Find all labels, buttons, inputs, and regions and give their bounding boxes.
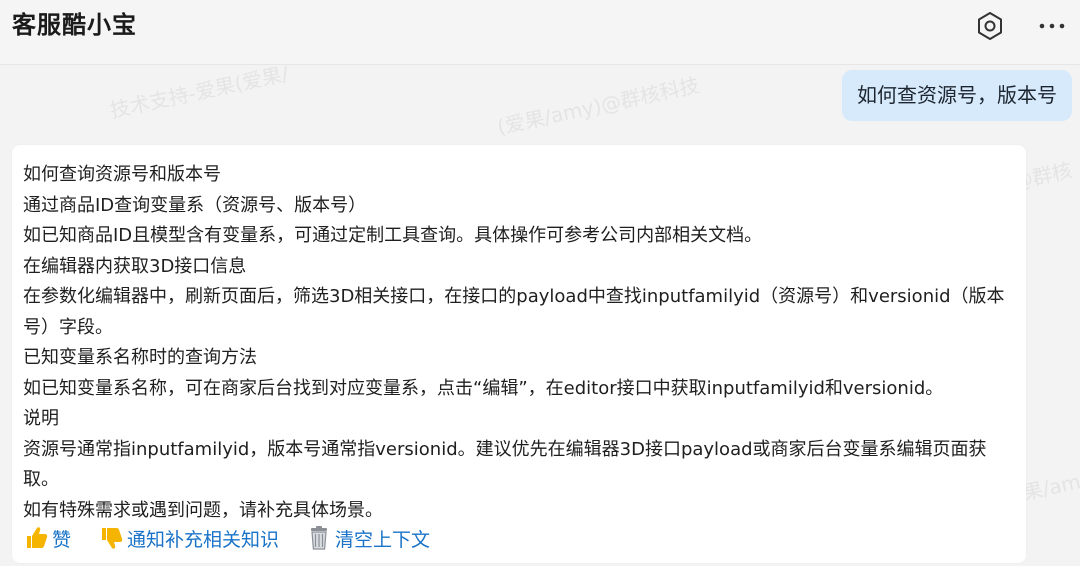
response-line: 取。 [23,469,59,490]
response-line: 如已知商品ID且模型含有变量系，可通过定制工具查询。具体操作可参考公司内部相关文… [23,225,763,246]
app-header: 客服酷小宝 [0,0,1080,65]
trash-icon [311,526,328,550]
response-line: 在参数化编辑器中，刷新页面后，筛选3D相关接口，在接口的payload中查找in… [23,286,1005,307]
response-line: 资源号通常指inputfamilyid，版本号通常指versionid。建议优先… [23,438,987,460]
watermark: (爱果/amy)@群核科技 [495,72,702,140]
more-horizontal-icon [1039,23,1065,29]
response-line: 如已知变量系名称，可在商家后台找到对应变量系，点击“编辑”，在editor接口中… [23,377,944,399]
watermark: 果/amy [1020,466,1080,506]
like-label: 赞 [52,528,72,551]
user-message-bubble: 如何查资源号，版本号 [842,70,1072,121]
more-button[interactable] [1036,10,1068,42]
hexagon-settings-icon [978,12,1002,40]
watermark: 技术支持-爱果(爱果/ [107,61,291,123]
clear-context-label: 清空上下文 [335,528,431,551]
response-line: 号）字段。 [23,316,113,338]
settings-button[interactable] [974,10,1006,42]
response-line: 在编辑器内获取3D接口信息 [23,255,247,277]
thumbs-up-icon [27,527,48,548]
clear-context-button[interactable]: 清空上下文 [305,524,430,552]
thumbs-down-icon [102,528,123,549]
app-title: 客服酷小宝 [12,11,137,39]
response-line: 已知变量系名称时的查询方法 [23,347,257,368]
notify-supplement-button[interactable]: 通知补充相关知识 [97,524,279,552]
response-heading: 如何查询资源号和版本号 [23,164,221,185]
response-actions: 赞 通知补充相关知识 清空上下文 [22,522,456,554]
response-line: 说明 [23,408,59,429]
response-line: 通过商品ID查询变量系（资源号、版本号） [23,194,367,216]
notify-supplement-label: 通知补充相关知识 [127,528,280,551]
like-button[interactable]: 赞 [22,524,71,552]
bot-response-card: 如何查询资源号和版本号 通过商品ID查询变量系（资源号、版本号） 如已知商品ID… [12,145,1026,563]
